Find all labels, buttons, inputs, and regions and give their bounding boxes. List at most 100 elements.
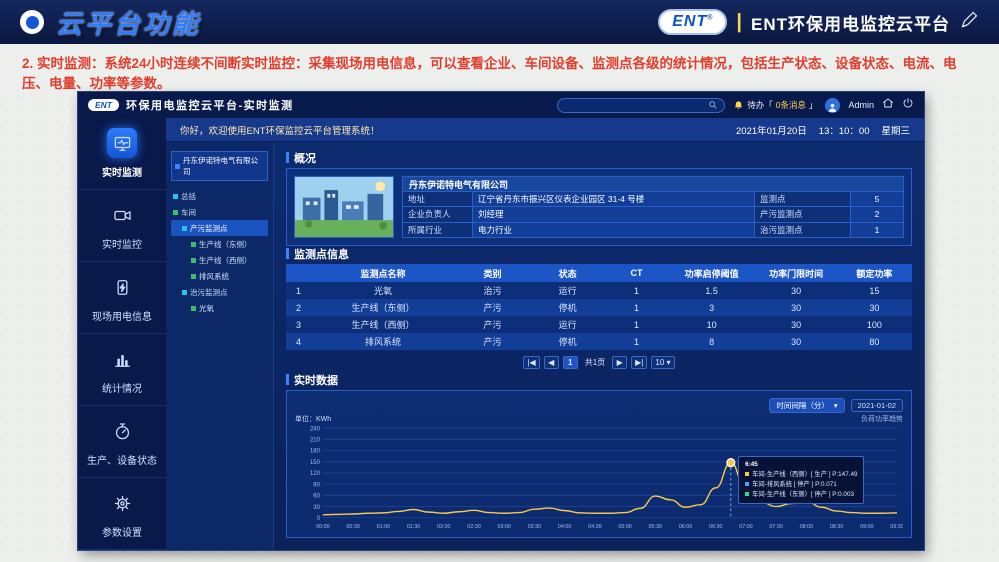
- sidebar-item-2[interactable]: 实时监控: [78, 190, 166, 262]
- company-info-table: 丹东伊诺特电气有限公司 地址辽宁省丹东市振兴区仪表企业园区 31-4 号楼监测点…: [402, 176, 904, 238]
- sidebar-item-label: 生产、设备状态: [87, 452, 157, 467]
- column-header: 类别: [455, 267, 530, 280]
- sidebar-item-6[interactable]: 参数设置: [78, 478, 166, 550]
- series-color-chip: [745, 482, 749, 486]
- svg-text:05:30: 05:30: [649, 524, 662, 530]
- table-header-row: 监测点名称类别状态CT功率启停阈值功率门限时间额定功率: [286, 264, 912, 282]
- svg-text:210: 210: [310, 437, 321, 443]
- column-header: 状态: [530, 267, 605, 280]
- table-cell: 3: [286, 320, 311, 330]
- table-row[interactable]: 2生产线（东侧）产污停机133030: [286, 299, 912, 316]
- date-picker[interactable]: 2021-01-02: [851, 399, 903, 412]
- sidebar-item-5[interactable]: 生产、设备状态: [78, 406, 166, 478]
- camera-icon: [107, 200, 137, 230]
- sidebar-item-1[interactable]: 实时监测: [78, 118, 166, 190]
- svg-text:01:00: 01:00: [377, 524, 390, 530]
- points-table: 监测点名称类别状态CT功率启停阈值功率门限时间额定功率 1光氧治污运行11.53…: [286, 264, 912, 350]
- sidebar-item-3[interactable]: 现场用电信息: [78, 262, 166, 334]
- overview-row: 所属行业电力行业治污监测点1: [403, 223, 903, 237]
- todo-badge[interactable]: 待办「0条消息」: [733, 99, 817, 111]
- ent-logo: ENT®: [658, 9, 727, 35]
- svg-text:120: 120: [310, 471, 321, 477]
- tree-node-8[interactable]: 光氧: [171, 300, 268, 316]
- table-cell: 100: [837, 320, 912, 330]
- page-title: 云平台功能: [56, 4, 201, 41]
- tree-node-0[interactable]: 丹东伊诺特电气有限公司: [171, 151, 268, 181]
- table-row[interactable]: 1光氧治污运行11.53015: [286, 282, 912, 299]
- section-realtime-header: 实时数据: [286, 373, 912, 386]
- stat-label: 监测点: [755, 192, 851, 206]
- search-input[interactable]: [557, 98, 725, 113]
- series-color-chip: [745, 492, 749, 496]
- gauge-icon: [107, 416, 137, 446]
- tree-node-label: 总括: [181, 191, 196, 202]
- tree-node-4[interactable]: 生产线（东侧）: [171, 236, 268, 252]
- realtime-chart-panel: 时间间隔（分） ▾ 2021-01-02 单位：KWh 负荷功率趋势 03060…: [286, 390, 912, 538]
- svg-text:150: 150: [310, 460, 321, 466]
- table-row[interactable]: 3生产线（西侧）产污运行11030100: [286, 316, 912, 333]
- tree-node-label: 生产线（东侧）: [199, 239, 252, 250]
- brand-text: ENT环保用电监控云平台: [751, 10, 950, 35]
- tree-node-1[interactable]: 总括: [171, 188, 268, 204]
- sidebar-item-4[interactable]: 统计情况: [78, 334, 166, 406]
- topbar-right: 待办「0条消息」 Admin: [557, 96, 914, 114]
- info-label: 企业负责人: [403, 207, 473, 221]
- avatar[interactable]: [825, 98, 840, 113]
- table-body: 1光氧治污运行11.530152生产线（东侧）产污停机1330303生产线（西侧…: [286, 282, 912, 350]
- power-icon[interactable]: [902, 96, 914, 114]
- tree-node-label: 光氧: [199, 303, 214, 314]
- home-icon[interactable]: [882, 96, 894, 114]
- tree-node-2[interactable]: 车间: [171, 204, 268, 220]
- tree-node-3[interactable]: 产污监测点: [171, 220, 268, 236]
- info-label: 所属行业: [403, 223, 473, 237]
- table-cell: 30: [755, 320, 836, 330]
- table-cell: 1: [605, 337, 668, 347]
- table-cell: 30: [755, 303, 836, 313]
- tree-node-label: 车间: [181, 207, 196, 218]
- table-row[interactable]: 4排风系统产污停机183080: [286, 333, 912, 350]
- company-photo: [294, 176, 394, 238]
- svg-text:90: 90: [313, 482, 320, 488]
- current-page[interactable]: 1: [563, 356, 578, 369]
- section-overview-header: 概况: [286, 151, 912, 164]
- node-bullet-icon: [182, 226, 187, 231]
- bullet-dot-icon: [20, 10, 44, 34]
- table-cell: 生产线（东侧）: [311, 301, 455, 314]
- table-cell: 30: [755, 337, 836, 347]
- next-page-button[interactable]: ▶: [612, 356, 627, 369]
- first-page-button[interactable]: |◀: [523, 356, 539, 369]
- table-cell: 30: [837, 303, 912, 313]
- svg-text:08:30: 08:30: [830, 524, 843, 530]
- line-chart: 030609012015018021024000:0000:3001:0001:…: [295, 424, 903, 531]
- table-cell: 80: [837, 337, 912, 347]
- svg-text:00:30: 00:30: [346, 524, 359, 530]
- company-info-rows: 地址辽宁省丹东市振兴区仪表企业园区 31-4 号楼监测点5企业负责人刘经理产污监…: [403, 192, 903, 237]
- svg-text:240: 240: [310, 426, 321, 432]
- section-points-title: 监测点信息: [294, 246, 349, 262]
- page-size-select[interactable]: 10 ▾: [651, 356, 674, 369]
- last-page-button[interactable]: ▶|: [631, 356, 647, 369]
- slide-header: 云平台功能 ENT® | ENT环保用电监控云平台: [0, 0, 999, 44]
- interval-select[interactable]: 时间间隔（分） ▾: [769, 398, 844, 413]
- username: Admin: [848, 100, 874, 110]
- tree-node-label: 丹东伊诺特电气有限公司: [183, 155, 264, 177]
- prev-page-button[interactable]: ◀: [544, 356, 559, 369]
- tree-node-5[interactable]: 生产线（西侧）: [171, 252, 268, 268]
- todo-count: 0条消息: [776, 99, 806, 111]
- pagination: |◀ ◀ 1 共1页 ▶ ▶| 10 ▾: [286, 356, 912, 369]
- svg-text:00:00: 00:00: [316, 524, 329, 530]
- tree-node-7[interactable]: 治污监测点: [171, 284, 268, 300]
- table-cell: 产污: [455, 318, 530, 331]
- svg-text:08:00: 08:00: [800, 524, 813, 530]
- section-realtime-title: 实时数据: [294, 372, 338, 388]
- column-header: 额定功率: [837, 267, 912, 280]
- section-points-header: 监测点信息: [286, 247, 912, 260]
- tooltip-series-line: 车间-排风系统 [ 停产 ] P:0.071: [745, 480, 857, 490]
- chart-tooltip: 6:45车间-生产线（西侧）[ 生产 ] P:147.49车间-排风系统 [ 停…: [738, 456, 864, 504]
- table-cell: 产污: [455, 335, 530, 348]
- table-cell: 15: [837, 286, 912, 296]
- tree-node-6[interactable]: 排风系统: [171, 268, 268, 284]
- svg-text:02:00: 02:00: [437, 524, 450, 530]
- chevron-down-icon: ▾: [834, 401, 838, 410]
- table-cell: 运行: [530, 284, 605, 297]
